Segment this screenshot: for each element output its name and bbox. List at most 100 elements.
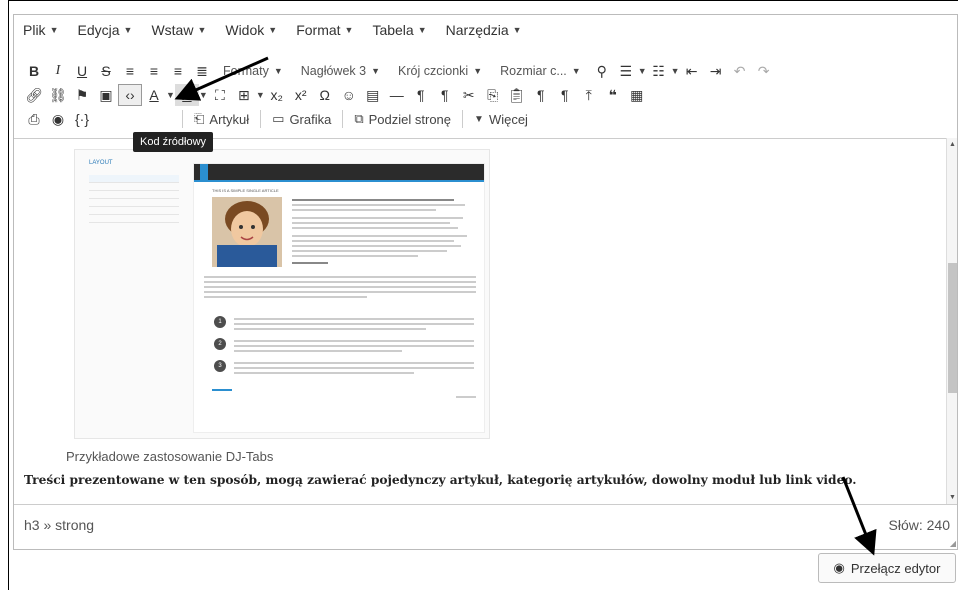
find-replace-icon[interactable]: ⚲ [590,60,614,82]
caret-down-icon[interactable]: ▼ [671,66,680,76]
caret-down-icon[interactable]: ▼ [638,66,647,76]
picture-icon: ▭ [272,111,285,126]
media-icon[interactable]: ▤ [361,84,385,106]
caret-down-icon: ▼ [344,25,354,35]
caret-down-icon: ▼ [417,25,427,35]
horizontal-rule-icon[interactable]: — [385,84,409,106]
template-icon[interactable]: ▦ [625,84,649,106]
heading-label: Nagłówek 3 [300,64,367,78]
thumb-sidebar: LAYOUT [89,160,179,270]
image-button[interactable]: ▭ Grafika [265,108,338,130]
background-color-icon[interactable]: A [174,84,199,106]
scroll-down-icon[interactable]: ▼ [947,494,958,501]
align-center-icon[interactable]: ≡ [142,60,166,82]
thumb-sidebar-line [89,215,179,223]
thumb-tab [220,164,228,180]
menu-narzedzia[interactable]: Narzędzia ▼ [446,22,522,38]
menu-label: Plik [23,22,46,38]
editor-content[interactable]: LAYOUT THIS IS A SIMPLE SINGLE ARTICLE 1… [14,138,949,504]
pagebreak-button[interactable]: ⧉ Podziel stronę [347,108,458,130]
font-size-dropdown[interactable]: Rozmiar c... ▼ [491,60,590,82]
menu-format[interactable]: Format ▼ [296,22,353,38]
menu-widok[interactable]: Widok ▼ [225,22,277,38]
preview-icon[interactable]: ◉ [46,108,70,130]
copy-icon[interactable]: ⎘ [481,84,505,106]
menu-plik[interactable]: Plik ▼ [23,22,58,38]
more-button[interactable]: ▼ Więcej [467,108,535,130]
emoticons-icon[interactable]: ☺ [337,84,361,106]
menu-tabela[interactable]: Tabela ▼ [372,22,426,38]
menu-label: Tabela [372,22,414,38]
fullscreen-icon[interactable]: ⛶ [208,84,232,106]
caret-down-icon[interactable]: ▼ [256,90,265,100]
article-button[interactable]: ⎗ Artykuł [187,108,256,130]
align-left-icon[interactable]: ≡ [118,60,142,82]
element-path[interactable]: h3 » strong [24,517,94,533]
underline-icon[interactable]: U [70,60,94,82]
redo-icon[interactable]: ↷ [752,60,776,82]
subscript-icon[interactable]: x₂ [265,84,289,106]
indent-icon[interactable]: ⇥ [704,60,728,82]
separator [342,110,344,128]
caret-down-icon: ▼ [49,25,59,35]
bold-icon[interactable]: B [22,60,46,82]
formats-dropdown[interactable]: Formaty ▼ [214,60,292,82]
boy-photo [212,197,282,267]
toggle-editor-button[interactable]: ◉ Przełącz edytor [818,553,956,583]
source-code-icon[interactable]: ‹› [118,84,142,106]
separator [260,110,262,128]
outdent-icon[interactable]: ⇤ [680,60,704,82]
align-justify-icon[interactable]: ≣ [190,60,214,82]
rtl-icon[interactable]: ¶ [433,84,457,106]
print-icon[interactable]: ⎙ [22,108,46,130]
thumb-tab [260,164,268,180]
superscript-icon[interactable]: x² [289,84,313,106]
blockquote-icon[interactable]: ❝ [601,84,625,106]
separator [462,110,464,128]
menu-label: Widok [225,22,265,38]
word-count: Słów: 240 [888,517,950,533]
text-color-icon[interactable]: A [142,84,166,106]
caret-down-icon[interactable]: ▼ [199,90,208,100]
nonbreaking-icon[interactable]: ¶ [553,84,577,106]
upload-icon[interactable]: ⤒ [577,84,601,106]
heading-dropdown[interactable]: Nagłówek 3 ▼ [292,60,389,82]
caret-down-icon: ▼ [268,25,278,35]
thumb-tab [200,164,208,180]
special-char-icon[interactable]: Ω [313,84,337,106]
strikethrough-icon[interactable]: S [94,60,118,82]
thumb-paragraph [234,340,474,355]
link-icon[interactable]: 🔗︎ [22,84,46,106]
paste-icon[interactable]: 📋︎ [505,84,529,106]
separator [182,110,183,128]
unlink-icon[interactable]: ⛓ [46,84,70,106]
scroll-up-icon[interactable]: ▲ [947,141,958,148]
visual-chars-icon[interactable]: ¶ [529,84,553,106]
thumb-tab [240,164,248,180]
image-icon[interactable]: ▣ [94,84,118,106]
source-code-tooltip: Kod źródłowy [133,132,214,152]
code-block-icon[interactable]: {·} [70,108,94,130]
italic-icon[interactable]: I [46,60,70,82]
align-right-icon[interactable]: ≡ [166,60,190,82]
thumb-footer [456,396,476,398]
menu-edycja[interactable]: Edycja ▼ [77,22,132,38]
undo-icon[interactable]: ↶ [728,60,752,82]
scroll-thumb[interactable] [948,263,957,393]
menu-wstaw[interactable]: Wstaw ▼ [151,22,206,38]
caret-down-icon[interactable]: ▼ [166,90,175,100]
bullet-list-icon[interactable]: ☰ [614,60,638,82]
menu-label: Narzędzia [445,22,509,38]
numbered-list-icon[interactable]: ☷ [647,60,671,82]
ltr-icon[interactable]: ¶ [409,84,433,106]
caret-down-icon: ▼ [571,66,581,76]
cut-icon[interactable]: ✂ [457,84,481,106]
article-label: Artykuł [209,111,250,127]
content-scrollbar[interactable]: ▲ ▼ [946,138,957,504]
table-icon[interactable]: ⊞ [232,84,256,106]
anchor-icon[interactable]: ⚑ [70,84,94,106]
dj-tabs-screenshot-image[interactable]: LAYOUT THIS IS A SIMPLE SINGLE ARTICLE 1… [74,149,490,439]
thumb-sidebar-line [89,183,179,191]
resize-handle-icon[interactable]: ◢ [950,539,956,548]
font-family-dropdown[interactable]: Krój czcionki ▼ [389,60,491,82]
